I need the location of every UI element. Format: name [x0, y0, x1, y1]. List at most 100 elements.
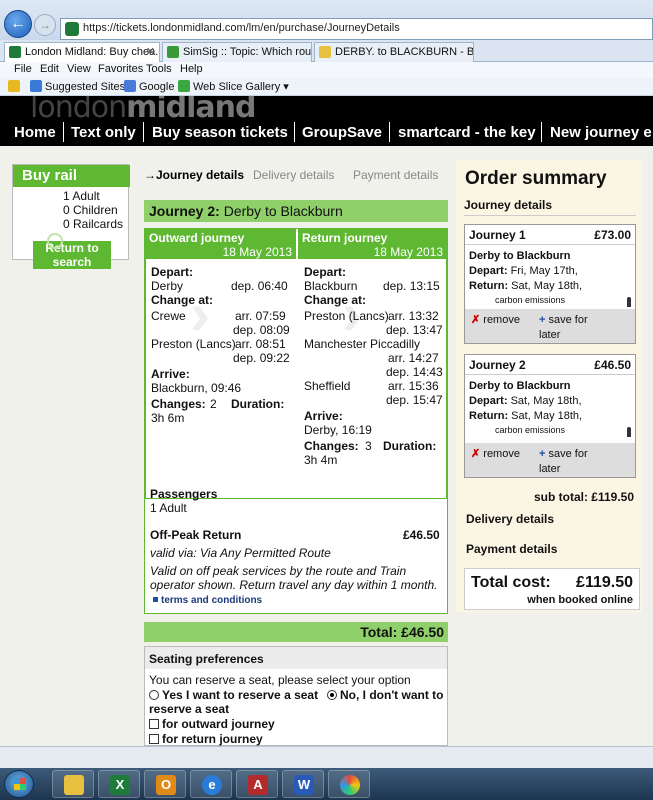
- ticket-type: Off-Peak Return: [150, 528, 242, 542]
- order-journey-header: Journey 2 £46.50: [465, 355, 635, 375]
- order-journey-depart: Depart: Fri, May 17th,: [469, 265, 578, 277]
- terms-link[interactable]: terms and conditions: [153, 595, 262, 606]
- checkbox-return[interactable]: [149, 734, 159, 744]
- menu-help[interactable]: Help: [180, 63, 203, 75]
- excel-icon: X: [110, 775, 130, 795]
- order-journey-return: Return: Sat, May 18th,: [469, 280, 583, 292]
- start-button[interactable]: [4, 770, 34, 798]
- tab-london-midland[interactable]: London Midland: Buy chea... ✕: [4, 42, 160, 62]
- outward-arrive-value: Blackburn, 09:46: [151, 381, 242, 395]
- buy-rail-tickets-panel: Buy rail tickets 1 Adult 0 Children 0 Ra…: [12, 164, 130, 269]
- plus-icon: +: [539, 314, 546, 326]
- menu-tools[interactable]: Tools: [146, 63, 172, 75]
- menu-edit[interactable]: Edit: [40, 63, 59, 75]
- return-depart-label: Depart:: [304, 265, 347, 279]
- step-delivery-details[interactable]: Delivery details: [253, 168, 334, 182]
- nav-new-journey[interactable]: New journey e: [550, 124, 652, 141]
- outward-duration-label: Duration:: [231, 397, 285, 411]
- return-change3-dep: dep. 15:47: [386, 393, 443, 407]
- fav-google[interactable]: Google: [124, 80, 174, 93]
- order-delivery-details[interactable]: Delivery details: [466, 512, 554, 526]
- bullet-icon: [153, 597, 158, 602]
- seat-return-checkbox[interactable]: for return journey: [149, 732, 263, 746]
- fav-web-slice-gallery[interactable]: Web Slice Gallery ▾: [178, 80, 289, 93]
- outward-depart-time: dep. 06:40: [231, 279, 288, 293]
- return-change3-arr: arr. 15:36: [388, 379, 439, 393]
- menu-favorites[interactable]: Favorites: [98, 63, 143, 75]
- seat-outward-checkbox[interactable]: for outward journey: [149, 717, 275, 731]
- return-to-search-button[interactable]: Return to search: [33, 233, 111, 269]
- outward-changes-value: 2: [210, 397, 217, 411]
- taskbar-outlook[interactable]: O: [144, 770, 186, 798]
- taskbar-ie[interactable]: e: [190, 770, 232, 798]
- save-for-later-button[interactable]: + save for later: [539, 447, 609, 477]
- order-subtotal: sub total: £119.50: [533, 490, 634, 504]
- remove-journey-button[interactable]: ✗ remove: [471, 313, 520, 326]
- nav-buy-season-tickets[interactable]: Buy season tickets: [152, 124, 288, 141]
- validity-text-line2: operator shown. Return travel any day wi…: [150, 578, 438, 592]
- tab-bar: London Midland: Buy chea... ✕ SimSig :: …: [0, 40, 653, 62]
- taskbar-excel[interactable]: X: [98, 770, 140, 798]
- validity-text-line1: Valid on off peak services by the route …: [150, 564, 407, 578]
- seat-option-no[interactable]: No, I don't want to: [327, 688, 444, 702]
- radio-yes[interactable]: [149, 690, 159, 700]
- checkbox-outward[interactable]: [149, 719, 159, 729]
- paint-icon: [340, 775, 360, 795]
- outward-heading: Outward journey: [149, 231, 245, 245]
- passengers-label: Passengers: [150, 487, 218, 501]
- google-icon: [124, 80, 136, 92]
- nav-smartcard[interactable]: smartcard - the key: [398, 124, 536, 141]
- save-for-later-button[interactable]: + save for later: [539, 313, 609, 343]
- order-journey-route: Derby to Blackburn: [469, 250, 571, 262]
- return-duration-label: Duration:: [383, 439, 437, 453]
- tab-simsig[interactable]: SimSig :: Topic: Which route to...: [162, 42, 312, 62]
- tab-close-icon[interactable]: ✕: [146, 43, 155, 61]
- forward-button[interactable]: →: [34, 14, 56, 36]
- order-journey-route: Derby to Blackburn: [469, 380, 571, 392]
- url-input[interactable]: https://tickets.londonmidland.com/lm/en/…: [60, 18, 653, 40]
- adult-count: 1 Adult: [63, 189, 100, 203]
- order-journey-details-heading: Journey details: [464, 196, 636, 216]
- tab-derby-blackburn[interactable]: DERBY. to BLACKBURN - BR Fa...: [314, 42, 474, 62]
- back-button[interactable]: ←: [4, 10, 32, 38]
- return-depart-station: Blackburn: [304, 279, 358, 293]
- menu-file[interactable]: File: [14, 63, 32, 75]
- order-payment-details[interactable]: Payment details: [466, 542, 557, 556]
- menu-bar: File Edit View Favorites Tools Help: [0, 62, 653, 78]
- outward-change2-arr: arr. 08:51: [235, 337, 286, 351]
- return-change3-station: Sheffield: [304, 379, 351, 393]
- taskbar-word[interactable]: W: [282, 770, 324, 798]
- remove-journey-button[interactable]: ✗ remove: [471, 447, 520, 460]
- journey-title: Journey 2: Derby to Blackburn: [144, 200, 448, 222]
- taskbar-paint[interactable]: [328, 770, 370, 798]
- seat-option-yes[interactable]: Yes I want to reserve a seat: [149, 688, 318, 702]
- london-midland-logo[interactable]: londonmidland: [30, 96, 257, 118]
- order-journey-emissions[interactable]: carbon emissions: [495, 295, 565, 305]
- return-date: 18 May 2013: [373, 245, 443, 259]
- seat-option-no-cont: reserve a seat: [149, 702, 230, 716]
- outward-change1-dep: dep. 08:09: [233, 323, 290, 337]
- menu-view[interactable]: View: [67, 63, 91, 75]
- nav-home[interactable]: Home: [14, 124, 56, 141]
- outward-duration-value: 3h 6m: [151, 411, 185, 425]
- step-payment-details[interactable]: Payment details: [353, 168, 438, 182]
- fav-suggested-sites[interactable]: Suggested Sites ▾: [30, 80, 134, 93]
- nav-divider: [294, 122, 295, 142]
- nav-groupsave[interactable]: GroupSave: [302, 124, 382, 141]
- person-icon: [627, 297, 631, 307]
- outward-depart-station: Derby: [151, 279, 184, 293]
- remove-icon: ✗: [471, 448, 481, 460]
- favorites-star-icon[interactable]: [8, 80, 23, 93]
- taskbar-access[interactable]: A: [236, 770, 278, 798]
- ticket-price: £46.50: [403, 528, 440, 542]
- radio-no[interactable]: [327, 690, 337, 700]
- taskbar-explorer[interactable]: [52, 770, 94, 798]
- access-icon: A: [248, 775, 268, 795]
- railcards-count: 0 Railcards: [63, 217, 124, 231]
- nav-text-only[interactable]: Text only: [71, 124, 136, 141]
- web-slice-icon: [178, 80, 190, 92]
- return-change1-arr: arr. 13:32: [388, 309, 439, 323]
- step-journey-details[interactable]: →Journey details: [144, 168, 244, 182]
- order-journey-emissions[interactable]: carbon emissions: [495, 425, 565, 435]
- outward-change1-arr: arr. 07:59: [235, 309, 286, 323]
